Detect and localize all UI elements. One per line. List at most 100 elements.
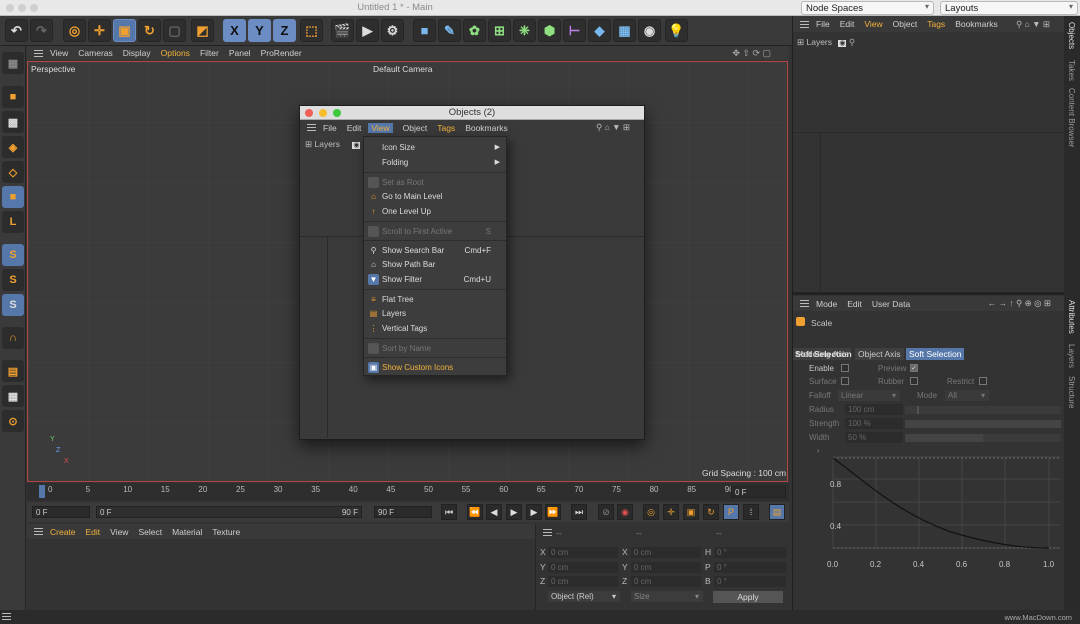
apply-button[interactable]: Apply xyxy=(713,591,783,603)
menu-item-flat-tree[interactable]: ≡ Flat Tree xyxy=(364,292,506,307)
render-picture-viewer-icon[interactable]: ▶ xyxy=(356,19,379,42)
pos-y-field[interactable]: 0 cm xyxy=(548,562,618,573)
z-axis-lock-icon[interactable]: Z xyxy=(273,19,296,42)
width-slider-track[interactable] xyxy=(983,434,1061,442)
previous-frame-icon[interactable]: ◀ xyxy=(486,504,502,520)
camera-icon[interactable]: ◉ xyxy=(638,19,661,42)
array-icon[interactable]: ⊞ xyxy=(488,19,511,42)
menu-item-show-path-bar[interactable]: ⌂ Show Path Bar xyxy=(364,257,506,272)
scale-key-icon[interactable]: ▣ xyxy=(683,504,699,520)
axis-mode-icon[interactable]: L xyxy=(2,211,24,233)
position-key-icon[interactable]: ✛ xyxy=(663,504,679,520)
environment-icon[interactable]: ▦ xyxy=(613,19,636,42)
deformer-icon[interactable]: ⊢ xyxy=(563,19,586,42)
menu-item-show-search-bar[interactable]: ⚲ Show Search Bar Cmd+F xyxy=(364,243,506,258)
pos-z-field[interactable]: 0 cm xyxy=(548,576,618,587)
rotate-tool-icon[interactable]: ↻ xyxy=(138,19,161,42)
radius-slider[interactable] xyxy=(905,406,1061,414)
menu-bookmarks[interactable]: Bookmarks xyxy=(465,123,508,133)
close-window-button[interactable] xyxy=(305,109,313,117)
menu-bookmarks[interactable]: Bookmarks xyxy=(955,19,998,29)
eye-icon[interactable]: ◉ xyxy=(838,40,847,47)
subdivision-icon[interactable]: ✿ xyxy=(463,19,486,42)
menu-filter[interactable]: Filter xyxy=(200,48,219,58)
menu-panel[interactable]: Panel xyxy=(229,48,251,58)
radius-slider-handle[interactable] xyxy=(917,406,919,414)
timeline-ruler[interactable]: 0 5 10 15 20 25 30 35 40 45 50 55 60 65 70 75 80 85 90 0 F xyxy=(27,483,789,501)
transform-tool-icon[interactable]: ◩ xyxy=(191,19,214,42)
menu-mode[interactable]: Mode xyxy=(816,299,837,309)
radius-field[interactable]: 100 cm xyxy=(845,404,903,415)
layers-row[interactable]: ⊞ Layers ◉ xyxy=(305,139,361,150)
hamburger-icon[interactable] xyxy=(2,613,11,620)
point-level-icon[interactable]: ⁞ xyxy=(743,504,759,520)
minimize-window-button[interactable] xyxy=(319,109,327,117)
cloner-icon[interactable]: ⬢ xyxy=(538,19,561,42)
menu-file[interactable]: File xyxy=(323,123,337,133)
menu-item-show-custom-icons[interactable]: ▣ Show Custom Icons xyxy=(364,360,506,375)
go-to-end-icon[interactable]: ⏭ xyxy=(571,504,587,520)
preview-checkbox[interactable]: ✓ xyxy=(910,364,918,372)
menu-object[interactable]: Object xyxy=(893,19,918,29)
selection-tool-icon[interactable]: ◎ xyxy=(63,19,86,42)
menu-item-vertical-tags[interactable]: ⋮ Vertical Tags xyxy=(364,321,506,336)
pen-spline-icon[interactable]: ✎ xyxy=(438,19,461,42)
menu-edit[interactable]: Edit xyxy=(86,527,101,537)
menu-edit[interactable]: Edit xyxy=(847,299,862,309)
layouts-dropdown[interactable]: Layouts ▾ xyxy=(940,1,1078,15)
playhead[interactable] xyxy=(39,485,45,498)
menu-object[interactable]: Object xyxy=(403,123,428,133)
viewport-navigation-icons[interactable]: ✥ ⇧ ⟳ ▢ xyxy=(732,48,771,59)
menu-view[interactable]: View xyxy=(50,48,68,58)
play-icon[interactable]: ▶ xyxy=(506,504,522,520)
strength-slider[interactable] xyxy=(905,420,1061,428)
tab-attributes[interactable]: Attributes xyxy=(1067,300,1076,334)
eye-icon[interactable]: ◉ xyxy=(352,142,361,149)
model-mode-icon[interactable]: ■ xyxy=(2,86,24,108)
menu-cameras[interactable]: Cameras xyxy=(78,48,112,58)
parameter-key-icon[interactable]: P xyxy=(723,504,739,520)
navigation-icons[interactable]: ← → ↑ ⚲ ⊕ ◎ ⊞ xyxy=(988,298,1051,309)
start-frame-field[interactable]: 0 F xyxy=(32,506,90,518)
width-slider-fill[interactable] xyxy=(905,434,983,442)
y-axis-lock-icon[interactable]: Y xyxy=(248,19,271,42)
tab-layers[interactable]: Layers xyxy=(1067,344,1076,368)
render-settings-icon[interactable]: ⚙ xyxy=(381,19,404,42)
hamburger-icon[interactable] xyxy=(800,300,809,307)
menu-edit[interactable]: Edit xyxy=(347,123,362,133)
enable-checkbox[interactable] xyxy=(841,364,849,372)
search-icon[interactable]: ⚲ xyxy=(849,37,855,47)
snap-settings-icon[interactable]: S xyxy=(2,269,24,291)
move-tool-icon[interactable]: ✛ xyxy=(88,19,111,42)
polygons-mode-icon[interactable]: ■ xyxy=(2,186,24,208)
menu-texture[interactable]: Texture xyxy=(212,527,240,537)
menu-view[interactable]: View xyxy=(110,527,128,537)
edges-mode-icon[interactable]: ◇ xyxy=(2,161,24,183)
next-key-icon[interactable]: ⏩ xyxy=(545,504,561,520)
end-frame-field[interactable]: 90 F xyxy=(374,506,432,518)
tab-structure[interactable]: Structure xyxy=(1067,376,1076,408)
surface-checkbox[interactable] xyxy=(841,377,849,385)
size-mode-dropdown[interactable]: Size ▾ xyxy=(631,591,703,602)
locked-workplane-icon[interactable]: ▦ xyxy=(2,385,24,407)
rot-b-field[interactable]: 0 ° xyxy=(714,576,786,587)
hamburger-icon[interactable] xyxy=(34,49,43,57)
cube-object-icon[interactable]: ■ xyxy=(413,19,436,42)
workplane-icon[interactable]: ▤ xyxy=(2,360,24,382)
menu-display[interactable]: Display xyxy=(123,48,151,58)
x-axis-lock-icon[interactable]: X xyxy=(223,19,246,42)
size-x-field[interactable]: 0 cm xyxy=(631,547,701,558)
search-icon[interactable]: ⚲ ⌂ ▼ ⊞ xyxy=(596,122,630,133)
make-editable-icon[interactable]: ▦ xyxy=(2,52,24,74)
size-y-field[interactable]: 0 cm xyxy=(631,562,701,573)
layers-row[interactable]: ⊞ Layers ◉ ⚲ xyxy=(797,37,855,48)
record-keys-icon[interactable]: ⊘ xyxy=(598,504,614,520)
menu-item-icon-size[interactable]: Icon Size ▶ xyxy=(364,140,506,155)
current-frame-field[interactable]: 0 F xyxy=(731,486,786,498)
menu-item-scroll-first-active[interactable]: Scroll to First Active S xyxy=(364,224,506,239)
panel-splitter[interactable] xyxy=(793,292,1065,295)
rotation-key-icon[interactable]: ↻ xyxy=(703,504,719,520)
keyframe-selection-icon[interactable]: ◎ xyxy=(643,504,659,520)
zoom-window-button[interactable] xyxy=(333,109,341,117)
menu-file[interactable]: File xyxy=(816,19,830,29)
